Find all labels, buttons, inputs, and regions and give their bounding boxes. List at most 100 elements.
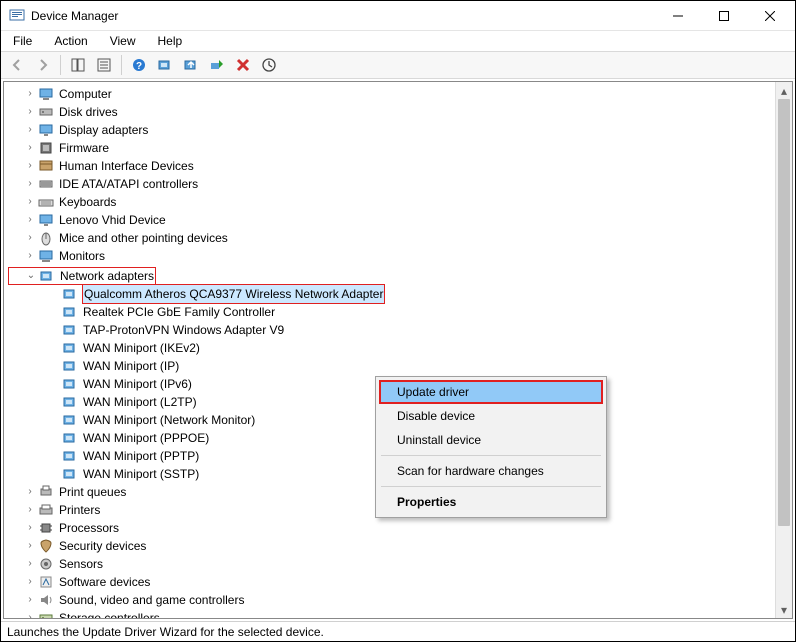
chevron-right-icon[interactable]: › [24,232,36,244]
tree-category-storage-controllers[interactable]: ›Storage controllers [8,609,792,618]
tree-category-ide-ata-atapi-controllers[interactable]: ›IDE ATA/ATAPI controllers [8,175,792,193]
context-menu-scan-for-hardware-changes[interactable]: Scan for hardware changes [379,459,603,483]
network-adapter-icon [62,448,78,464]
back-button[interactable] [5,54,29,76]
svg-text:?: ? [136,61,142,72]
chevron-right-icon[interactable]: › [24,160,36,172]
scroll-track[interactable] [776,99,792,601]
maximize-button[interactable] [701,1,747,31]
chevron-right-icon[interactable]: › [24,540,36,552]
tree-category-mice-and-other-pointing-devices[interactable]: ›Mice and other pointing devices [8,229,792,247]
tree-device-item[interactable]: Qualcomm Atheros QCA9377 Wireless Networ… [8,285,792,303]
sound-icon [38,592,54,608]
chevron-right-icon[interactable]: › [24,106,36,118]
tree-category-processors[interactable]: ›Processors [8,519,792,537]
tree-device-label: Realtek PCIe GbE Family Controller [82,303,276,321]
context-menu-uninstall-device[interactable]: Uninstall device [379,428,603,452]
tree-item-label: Security devices [58,537,147,555]
tree-category-firmware[interactable]: ›Firmware [8,139,792,157]
chevron-right-icon[interactable]: › [24,522,36,534]
tree-device-label: WAN Miniport (IPv6) [82,375,193,393]
storage-icon [38,610,54,618]
menu-help[interactable]: Help [154,33,187,49]
minimize-button[interactable] [655,1,701,31]
tree-category-sound-video-and-game-controllers[interactable]: › Sound, video and game controllers [8,591,792,609]
context-menu-properties[interactable]: Properties [379,490,603,514]
tree-category-computer[interactable]: ›Computer [8,85,792,103]
uninstall-device-toolbar-button[interactable] [231,54,255,76]
tree-category-sensors[interactable]: ›Sensors [8,555,792,573]
forward-button[interactable] [31,54,55,76]
chevron-right-icon[interactable]: › [24,576,36,588]
ide-icon [38,176,54,192]
chevron-right-icon[interactable]: › [24,142,36,154]
statusbar-text: Launches the Update Driver Wizard for th… [7,625,324,639]
security-icon [38,538,54,554]
tree-device-item[interactable]: TAP-ProtonVPN Windows Adapter V9 [8,321,792,339]
chevron-right-icon[interactable]: › [24,558,36,570]
tree-category-security-devices[interactable]: › Security devices [8,537,792,555]
tree-category-human-interface-devices[interactable]: ›Human Interface Devices [8,157,792,175]
tree-device-label: Qualcomm Atheros QCA9377 Wireless Networ… [82,284,385,304]
window-title: Device Manager [31,9,118,23]
tree-category-disk-drives[interactable]: ›Disk drives [8,103,792,121]
tree-device-label: WAN Miniport (IP) [82,357,180,375]
network-icon [39,268,55,284]
context-menu-update-driver[interactable]: Update driver [379,380,603,404]
close-button[interactable] [747,1,793,31]
tree-category-display-adapters[interactable]: ›Display adapters [8,121,792,139]
chevron-right-icon[interactable]: › [24,612,36,618]
tree-device-label: WAN Miniport (PPTP) [82,447,200,465]
device-tree[interactable]: ›Computer›Disk drives›Display adapters›F… [4,82,792,618]
tree-category-software-devices[interactable]: ›Software devices [8,573,792,591]
content-area: ›Computer›Disk drives›Display adapters›F… [1,79,795,621]
chevron-right-icon[interactable]: › [24,594,36,606]
update-driver-toolbar-button[interactable] [179,54,203,76]
tree-device-item[interactable]: Realtek PCIe GbE Family Controller [8,303,792,321]
network-adapter-icon [62,286,78,302]
device-tree-panel: ›Computer›Disk drives›Display adapters›F… [3,81,793,619]
menu-action[interactable]: Action [50,33,91,49]
menubar: File Action View Help [1,31,795,51]
scan-hardware-toolbar-button[interactable] [153,54,177,76]
tree-category-lenovo-vhid-device[interactable]: ›Lenovo Vhid Device [8,211,792,229]
network-adapter-icon [62,340,78,356]
chevron-right-icon[interactable]: › [24,486,36,498]
help-toolbar-button[interactable]: ? [127,54,151,76]
cpu-icon [38,520,54,536]
chevron-right-icon[interactable]: › [24,178,36,190]
tree-item-label: Sound, video and game controllers [58,591,245,609]
chevron-right-icon[interactable]: › [24,250,36,262]
tree-item-label: Network adapters [59,267,155,285]
chevron-right-icon[interactable]: › [24,196,36,208]
chevron-down-icon[interactable]: ⌄ [25,270,37,282]
tree-category-monitors[interactable]: ›Monitors [8,247,792,265]
chevron-right-icon[interactable]: › [24,214,36,226]
toolbar-separator [121,55,122,75]
enable-device-toolbar-button[interactable] [205,54,229,76]
toolbar-separator [60,55,61,75]
scroll-up-icon[interactable]: ▴ [776,82,792,99]
network-adapter-icon [62,376,78,392]
properties-toolbar-button[interactable] [92,54,116,76]
statusbar: Launches the Update Driver Wizard for th… [1,621,795,641]
chevron-right-icon[interactable]: › [24,124,36,136]
tree-category-keyboards[interactable]: ›Keyboards [8,193,792,211]
tree-device-label: TAP-ProtonVPN Windows Adapter V9 [82,321,285,339]
network-adapter-icon [62,394,78,410]
tree-category-network-adapters[interactable]: ⌄ Network adapters [8,267,156,285]
vertical-scrollbar[interactable]: ▴ ▾ [775,82,792,618]
menu-file[interactable]: File [9,33,36,49]
add-legacy-hardware-button[interactable] [257,54,281,76]
context-menu: Update driverDisable deviceUninstall dev… [375,376,607,518]
tree-device-item[interactable]: WAN Miniport (IP) [8,357,792,375]
menu-view[interactable]: View [106,33,140,49]
chevron-right-icon[interactable]: › [24,88,36,100]
scroll-thumb[interactable] [778,99,790,526]
context-menu-disable-device[interactable]: Disable device [379,404,603,428]
show-hide-console-tree-button[interactable] [66,54,90,76]
chevron-right-icon[interactable]: › [24,504,36,516]
context-menu-separator [381,455,601,456]
tree-device-item[interactable]: WAN Miniport (IKEv2) [8,339,792,357]
scroll-down-icon[interactable]: ▾ [776,601,792,618]
